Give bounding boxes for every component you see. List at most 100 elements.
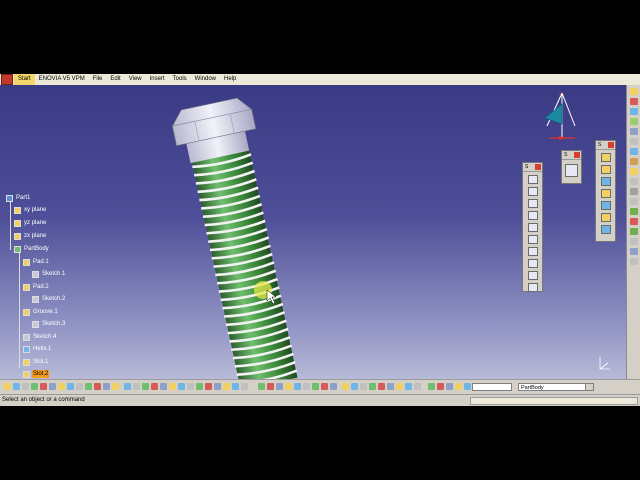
constraint-icon[interactable] xyxy=(630,178,638,185)
toolbar-command-icon[interactable] xyxy=(103,383,110,390)
toolbar-command-icon[interactable] xyxy=(4,383,11,390)
toolbar-command-icon[interactable] xyxy=(205,383,212,390)
boolean-icon[interactable] xyxy=(630,188,638,195)
stiffener-tool-icon[interactable] xyxy=(527,259,538,268)
toolbar-command-icon[interactable] xyxy=(22,383,29,390)
close-icon[interactable] xyxy=(608,142,614,148)
toolbar-command-icon[interactable] xyxy=(85,383,92,390)
hole-tool-icon[interactable] xyxy=(527,223,538,232)
transform-icon[interactable] xyxy=(630,198,638,205)
remove-face-tool-icon[interactable] xyxy=(600,225,611,234)
thickness-tool-icon[interactable] xyxy=(600,201,611,210)
chamfer-tool-icon[interactable] xyxy=(600,165,611,174)
toolbar-command-icon[interactable] xyxy=(285,383,292,390)
toolbar-command-icon[interactable] xyxy=(378,383,385,390)
menu-insert[interactable]: Insert xyxy=(146,74,169,85)
toolbar-command-icon[interactable] xyxy=(414,383,421,390)
catia-logo-icon[interactable] xyxy=(1,74,13,85)
draft-tool-icon[interactable] xyxy=(600,177,611,186)
toolbar-command-icon[interactable] xyxy=(428,383,435,390)
toolbar-command-icon[interactable] xyxy=(94,383,101,390)
command-input[interactable] xyxy=(470,397,638,405)
pad-tool-icon[interactable] xyxy=(527,175,538,184)
menu-start[interactable]: Start xyxy=(14,74,35,85)
toolbar-command-icon[interactable] xyxy=(351,383,358,390)
tree-node[interactable]: PartBody xyxy=(14,244,50,254)
fillet-tool-icon[interactable] xyxy=(600,153,611,162)
toolbar-command-icon[interactable] xyxy=(330,383,337,390)
line-tool-icon[interactable] xyxy=(630,168,638,175)
toolbar-command-icon[interactable] xyxy=(303,383,310,390)
tree-node[interactable]: zx plane xyxy=(14,231,47,241)
menu-file[interactable]: File xyxy=(89,74,107,85)
compass-icon[interactable]: z xyxy=(537,90,587,145)
toolbar-command-icon[interactable] xyxy=(455,383,462,390)
sketch-tool-icon[interactable] xyxy=(630,88,638,95)
tree-node[interactable]: yz plane xyxy=(14,218,47,228)
close-icon[interactable] xyxy=(574,152,580,158)
toolbar-command-icon[interactable] xyxy=(387,383,394,390)
toolbar-command-icon[interactable] xyxy=(232,383,239,390)
curvature-icon[interactable] xyxy=(630,228,638,235)
toolbar-command-icon[interactable] xyxy=(405,383,412,390)
toolbar-command-icon[interactable] xyxy=(223,383,230,390)
floating-toolbar-sketch-based[interactable]: S xyxy=(522,162,543,292)
toolbar-command-icon[interactable] xyxy=(214,383,221,390)
pad-shortcut-icon[interactable] xyxy=(630,98,638,105)
toolbar-command-icon[interactable] xyxy=(312,383,319,390)
tree-node[interactable]: Sketch.3 xyxy=(32,319,66,329)
groove-tool-icon[interactable] xyxy=(527,211,538,220)
menu-edit[interactable]: Edit xyxy=(106,74,124,85)
tree-node[interactable]: Sketch.2 xyxy=(32,294,66,304)
toolbar-command-icon[interactable] xyxy=(396,383,403,390)
floating-toolbar-dress-up[interactable]: S xyxy=(595,140,616,242)
menu-tools[interactable]: Tools xyxy=(169,74,191,85)
toolbar-command-icon[interactable] xyxy=(187,383,194,390)
close-icon[interactable] xyxy=(535,164,541,170)
tree-node[interactable]: Part1 xyxy=(6,193,31,203)
view-icon[interactable] xyxy=(630,248,638,255)
toolbar-command-icon[interactable] xyxy=(49,383,56,390)
slot-tool-icon[interactable] xyxy=(527,247,538,256)
toolbar-command-icon[interactable] xyxy=(151,383,158,390)
pocket-tool-icon[interactable] xyxy=(527,187,538,196)
toolbar-command-icon[interactable] xyxy=(112,383,119,390)
render-icon[interactable] xyxy=(630,258,638,265)
toolbar-command-icon[interactable] xyxy=(258,383,265,390)
tree-node[interactable]: Slot.1 xyxy=(23,357,49,367)
toolbar-command-icon[interactable] xyxy=(446,383,453,390)
menu-enovia[interactable]: ENOVIA V5 VPM xyxy=(35,74,89,85)
apply-material-icon[interactable] xyxy=(630,118,638,125)
toolbar-command-icon[interactable] xyxy=(369,383,376,390)
toolbar-command-icon[interactable] xyxy=(342,383,349,390)
tree-node[interactable]: xy plane xyxy=(14,205,47,215)
tree-node[interactable]: Pad.1 xyxy=(23,257,50,267)
floating-toolbar-sketch[interactable]: S xyxy=(561,150,582,184)
loft-tool-icon[interactable] xyxy=(527,271,538,280)
analysis-icon[interactable] xyxy=(630,208,638,215)
current-body-select[interactable]: PartBody xyxy=(518,383,594,391)
toolbar-command-icon[interactable] xyxy=(196,383,203,390)
toolbar-command-icon[interactable] xyxy=(169,383,176,390)
toolbar-command-icon[interactable] xyxy=(360,383,367,390)
toolbar-command-icon[interactable] xyxy=(133,383,140,390)
plane-tool-icon[interactable] xyxy=(630,148,638,155)
tree-node[interactable]: Sketch.4 xyxy=(23,332,57,342)
annotation-icon[interactable] xyxy=(630,238,638,245)
measure-icon[interactable] xyxy=(630,108,638,115)
rib-tool-icon[interactable] xyxy=(527,235,538,244)
toolbar-command-icon[interactable] xyxy=(276,383,283,390)
shell-tool-icon[interactable] xyxy=(600,189,611,198)
toolbar-command-icon[interactable] xyxy=(437,383,444,390)
tree-node[interactable]: Helix.1 xyxy=(23,344,52,354)
toolbar-command-icon[interactable] xyxy=(13,383,20,390)
toolbar-command-icon[interactable] xyxy=(58,383,65,390)
toolbar-command-icon[interactable] xyxy=(31,383,38,390)
grid-icon[interactable] xyxy=(630,138,638,145)
toolbar-command-icon[interactable] xyxy=(40,383,47,390)
point-tool-icon[interactable] xyxy=(630,158,638,165)
tree-node[interactable]: Groove.1 xyxy=(23,307,59,317)
tree-node[interactable]: Slot.2 xyxy=(23,369,50,379)
toolbar-command-icon[interactable] xyxy=(321,383,328,390)
draft-analysis-icon[interactable] xyxy=(630,218,638,225)
